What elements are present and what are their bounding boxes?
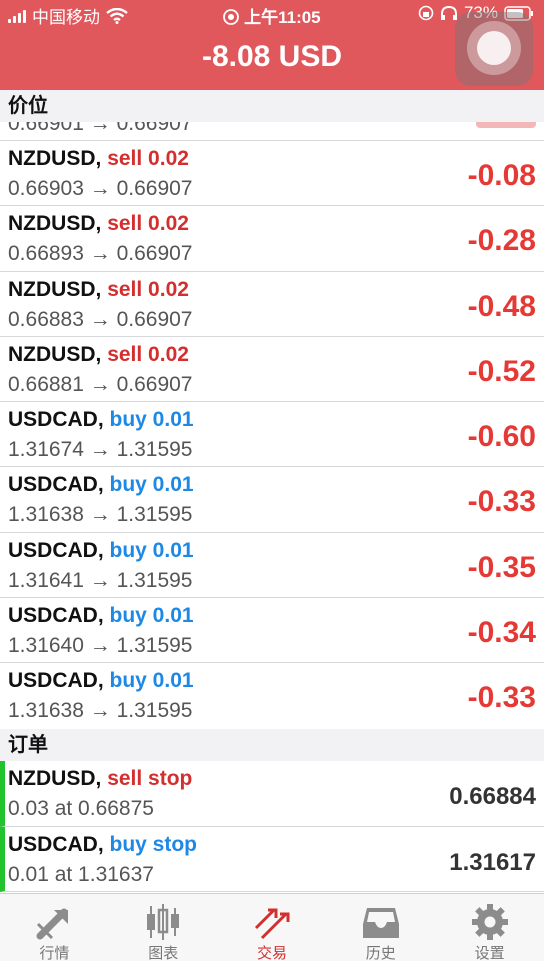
position-side: sell 0.02 [107,342,189,366]
position-symbol: NZDUSD, [8,342,102,366]
position-prices: 0.66883 → 0.66907 [8,307,193,331]
position-side: buy 0.01 [109,538,194,562]
position-side: sell 0.02 [107,212,189,236]
position-prices: 1.31641 → 1.31595 [8,568,193,592]
position-profit: -0.28 [467,224,536,258]
position-side: sell 0.02 [107,277,189,301]
lock-rotation-icon [418,5,434,21]
order-type: sell stop [107,767,193,790]
position-prices: 1.31638 → 1.31595 [8,699,193,723]
chart-icon [147,904,180,940]
settings-icon [471,904,508,940]
position-prices: 0.66901 → 0.66907 [8,122,193,135]
position-prices: 0.66881 → 0.66907 [8,372,193,396]
position-profit: -0.34 [467,616,536,650]
position-side: buy 0.01 [109,604,194,628]
position-symbol: NZDUSD, [8,147,102,170]
order-symbol: NZDUSD, [8,767,102,790]
tab-trade[interactable]: 交易 [218,894,327,962]
order-row[interactable]: NZDUSD, sell stop 0.03 at 0.66875 0.6688… [0,761,544,827]
position-row[interactable]: USDCAD, buy 0.01 1.31640 → 1.31595 -0.34 [0,598,544,664]
position-row[interactable]: NZDUSD, sell 0.02 0.66903 → 0.66907 -0.0… [0,141,544,207]
partial-position-row[interactable]: 0.66901 → 0.66907 [0,122,544,141]
position-symbol: USDCAD, [8,669,104,693]
position-profit: -0.52 [467,354,536,388]
order-price: 0.66884 [449,783,536,810]
order-row[interactable]: USDCAD, buy stop 0.01 at 1.31637 1.31617 [0,826,544,892]
location-icon [223,9,240,25]
trade-icon [254,908,290,940]
position-symbol: USDCAD, [8,473,104,497]
position-symbol: NZDUSD, [8,277,102,301]
clock: 上午11:05 [244,8,321,27]
position-profit: -0.08 [467,159,536,192]
position-profit: -0.35 [467,550,536,584]
order-type: buy stop [109,832,198,856]
position-row[interactable]: NZDUSD, sell 0.02 0.66881 → 0.66907 -0.5… [0,336,544,403]
section-orders-header: 订单 [0,729,544,761]
position-profit: -0.48 [467,289,536,323]
position-profit: -0.60 [467,420,536,454]
position-row[interactable]: USDCAD, buy 0.01 1.31638 → 1.31595 -0.33 [0,467,544,533]
position-prices: 1.31674 → 1.31595 [8,438,193,462]
position-prices: 0.66893 → 0.66907 [8,242,193,266]
position-symbol: USDCAD, [8,408,104,432]
position-side: buy 0.01 [109,408,194,432]
position-profit: -0.33 [467,681,536,715]
section-positions-header: 价位 [0,90,544,122]
headphones-icon [440,5,457,20]
position-side: buy 0.01 [109,669,194,693]
position-symbol: NZDUSD, [8,212,102,236]
assistive-touch-button[interactable] [455,12,533,86]
tab-charts[interactable]: 图表 [109,894,218,962]
position-symbol: USDCAD, [8,604,104,628]
tab-history[interactable]: 历史 [326,894,435,962]
tab-settings[interactable]: 设置 [435,894,544,962]
bottom-tab-bar: 行情 图表 交易 历史 设置 [0,893,544,962]
position-prices: 0.66903 → 0.66907 [8,177,193,200]
history-icon [362,908,399,938]
order-detail: 0.03 at 0.66875 [8,797,154,820]
position-side: sell 0.02 [107,147,189,170]
quotes-icon [36,908,69,940]
section-title: 价位 [8,95,48,117]
position-row[interactable]: USDCAD, buy 0.01 1.31641 → 1.31595 -0.35 [0,532,544,599]
position-prices: 1.31638 → 1.31595 [8,503,193,527]
position-row[interactable]: NZDUSD, sell 0.02 0.66893 → 0.66907 -0.2… [0,206,544,272]
order-detail: 0.01 at 1.31637 [8,862,154,886]
position-side: buy 0.01 [109,473,194,497]
position-row[interactable]: USDCAD, buy 0.01 1.31674 → 1.31595 -0.60 [0,402,544,468]
position-row[interactable]: USDCAD, buy 0.01 1.31638 → 1.31595 -0.33 [0,663,544,729]
position-row[interactable]: NZDUSD, sell 0.02 0.66883 → 0.66907 -0.4… [0,271,544,337]
order-symbol: USDCAD, [8,832,104,856]
tab-quotes[interactable]: 行情 [0,894,109,962]
position-symbol: USDCAD, [8,538,104,562]
order-price: 1.31617 [449,848,536,876]
section-title: 订单 [8,734,48,756]
position-profit: -0.33 [467,485,536,519]
position-prices: 1.31640 → 1.31595 [8,634,193,658]
